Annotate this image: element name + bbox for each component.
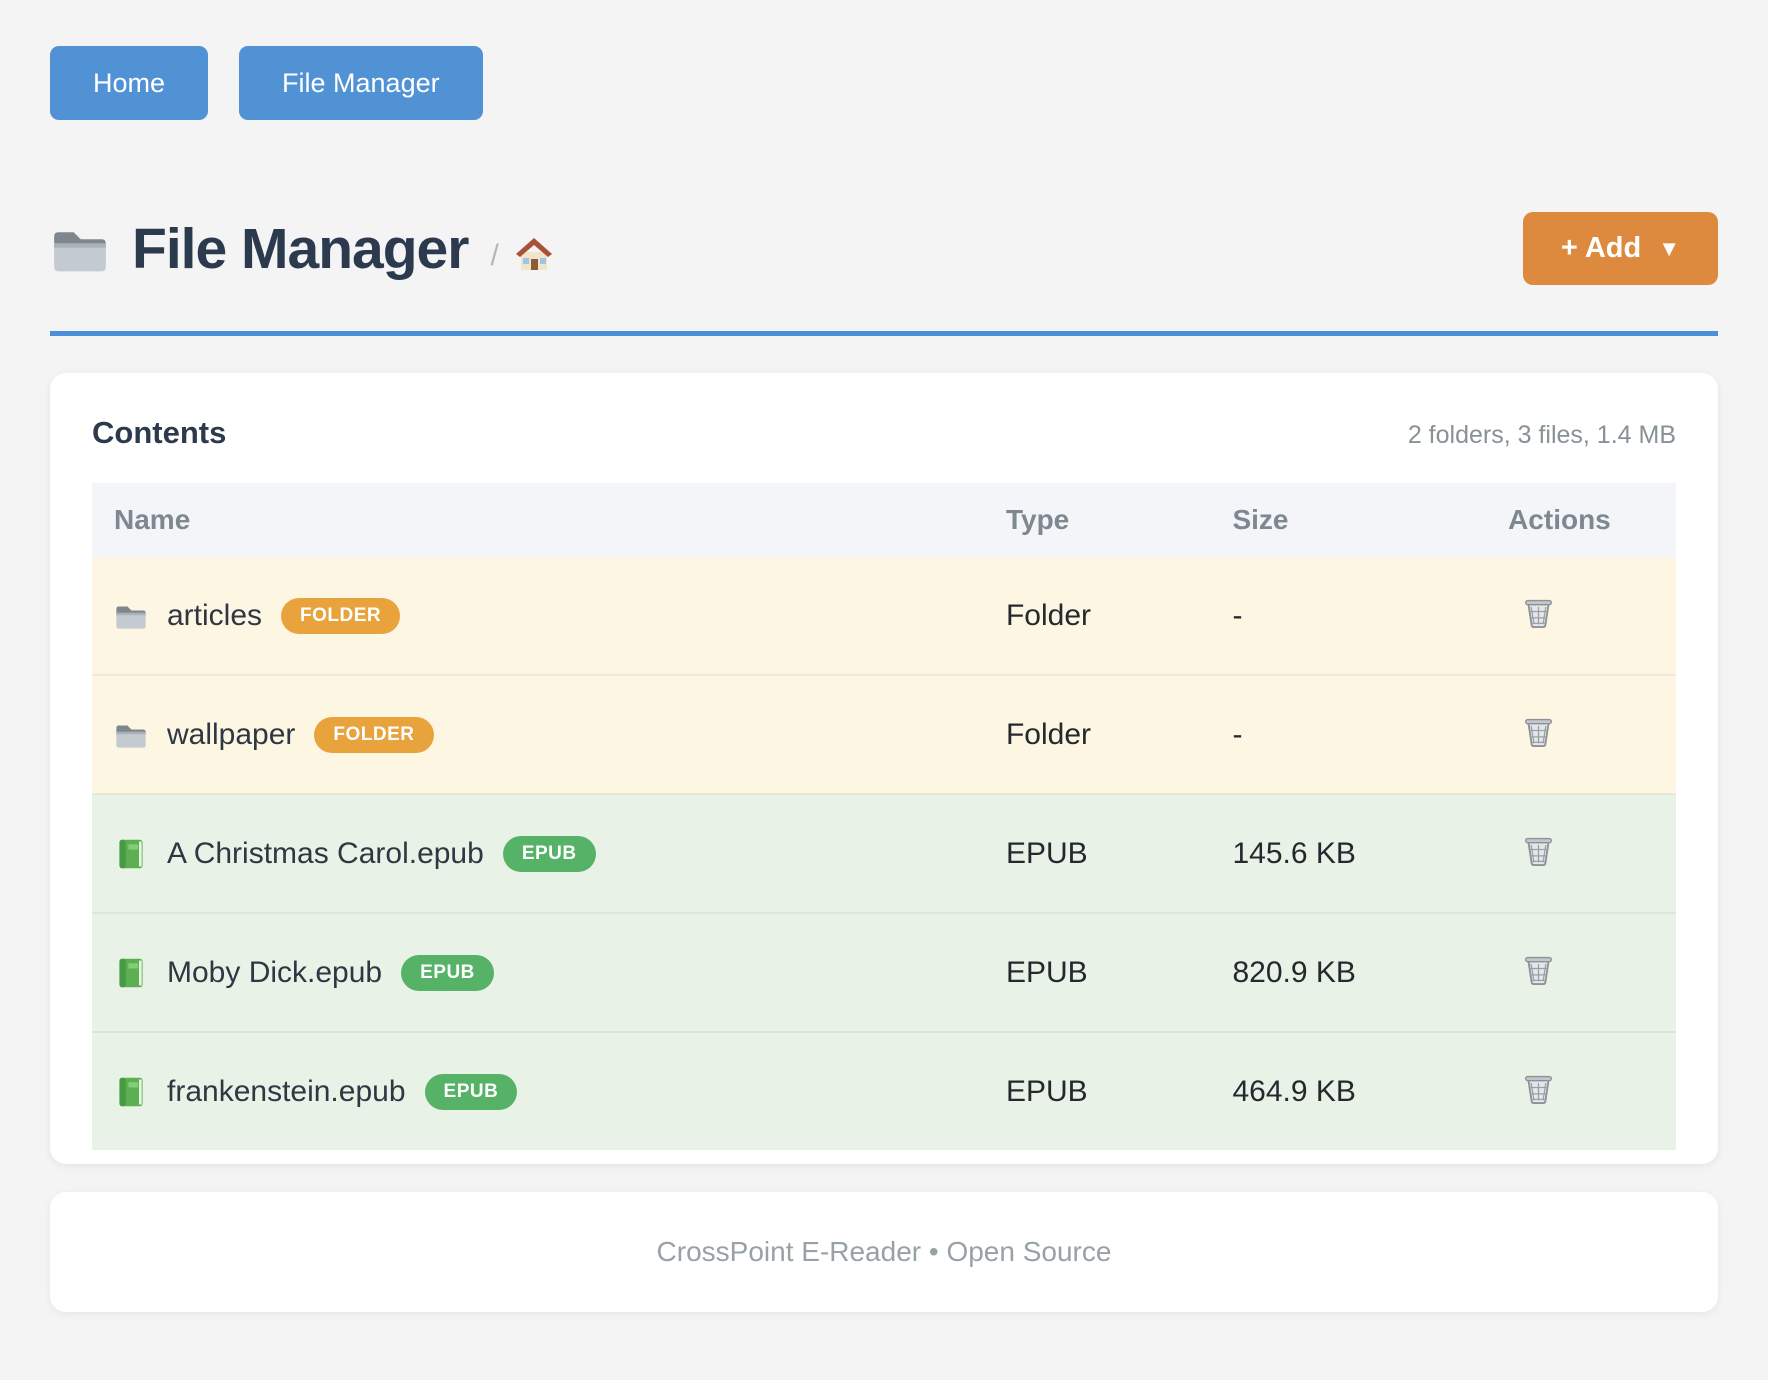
file-type: Folder	[1006, 557, 1233, 675]
footer: CrossPoint E-Reader • Open Source	[50, 1192, 1718, 1312]
table-row: frankenstein.epub EPUB EPUB 464.9 KB	[92, 1032, 1676, 1150]
epub-badge: EPUB	[425, 1074, 518, 1110]
column-header-actions: Actions	[1508, 483, 1676, 557]
column-header-type: Type	[1006, 483, 1233, 557]
trash-icon	[1522, 594, 1555, 629]
file-table: Name Type Size Actions articles FOLDER F…	[92, 483, 1676, 1150]
file-manager-page: Home File Manager File Manager / + Add ▼…	[0, 0, 1768, 1312]
green-book-icon	[114, 957, 148, 989]
table-row: articles FOLDER Folder -	[92, 557, 1676, 675]
add-button[interactable]: + Add ▼	[1523, 212, 1718, 285]
breadcrumb: /	[490, 239, 498, 273]
page-title: File Manager	[132, 216, 468, 282]
epub-badge: EPUB	[503, 836, 596, 872]
top-nav: Home File Manager	[50, 0, 1718, 120]
contents-title: Contents	[92, 415, 226, 451]
trash-icon	[1522, 951, 1555, 986]
table-row: A Christmas Carol.epub EPUB EPUB 145.6 K…	[92, 794, 1676, 913]
folder-badge: FOLDER	[314, 717, 433, 753]
table-header-row: Name Type Size Actions	[92, 483, 1676, 557]
page-header: File Manager / + Add ▼	[50, 212, 1718, 285]
file-name[interactable]: articles	[167, 599, 262, 633]
file-size: -	[1232, 557, 1508, 675]
file-size: -	[1232, 675, 1508, 794]
home-icon[interactable]	[513, 233, 555, 275]
add-button-label: + Add	[1561, 232, 1641, 265]
delete-button[interactable]	[1522, 1070, 1555, 1105]
file-name[interactable]: frankenstein.epub	[167, 1075, 406, 1109]
file-type: EPUB	[1006, 913, 1233, 1032]
green-book-icon	[114, 1076, 148, 1108]
contents-summary: 2 folders, 3 files, 1.4 MB	[1408, 421, 1676, 450]
chevron-down-icon: ▼	[1658, 236, 1680, 262]
file-size: 820.9 KB	[1232, 913, 1508, 1032]
file-size: 464.9 KB	[1232, 1032, 1508, 1150]
file-name[interactable]: Moby Dick.epub	[167, 956, 382, 990]
folder-badge: FOLDER	[281, 598, 400, 634]
folder-icon	[50, 223, 110, 275]
home-button[interactable]: Home	[50, 46, 208, 120]
trash-icon	[1522, 713, 1555, 748]
file-name[interactable]: wallpaper	[167, 718, 295, 752]
file-name[interactable]: A Christmas Carol.epub	[167, 837, 484, 871]
file-type: Folder	[1006, 675, 1233, 794]
file-size: 145.6 KB	[1232, 794, 1508, 913]
file-type: EPUB	[1006, 1032, 1233, 1150]
trash-icon	[1522, 832, 1555, 867]
column-header-size: Size	[1232, 483, 1508, 557]
delete-button[interactable]	[1522, 832, 1555, 867]
header-divider	[50, 331, 1718, 336]
footer-text: CrossPoint E-Reader • Open Source	[657, 1236, 1112, 1267]
file-manager-button[interactable]: File Manager	[239, 46, 483, 120]
delete-button[interactable]	[1522, 713, 1555, 748]
delete-button[interactable]	[1522, 951, 1555, 986]
delete-button[interactable]	[1522, 594, 1555, 629]
folder-icon	[114, 719, 148, 751]
contents-card: Contents 2 folders, 3 files, 1.4 MB Name…	[50, 373, 1718, 1164]
green-book-icon	[114, 838, 148, 870]
table-row: Moby Dick.epub EPUB EPUB 820.9 KB	[92, 913, 1676, 1032]
trash-icon	[1522, 1070, 1555, 1105]
file-type: EPUB	[1006, 794, 1233, 913]
table-row: wallpaper FOLDER Folder -	[92, 675, 1676, 794]
epub-badge: EPUB	[401, 955, 494, 991]
column-header-name: Name	[92, 483, 1006, 557]
folder-icon	[114, 600, 148, 632]
